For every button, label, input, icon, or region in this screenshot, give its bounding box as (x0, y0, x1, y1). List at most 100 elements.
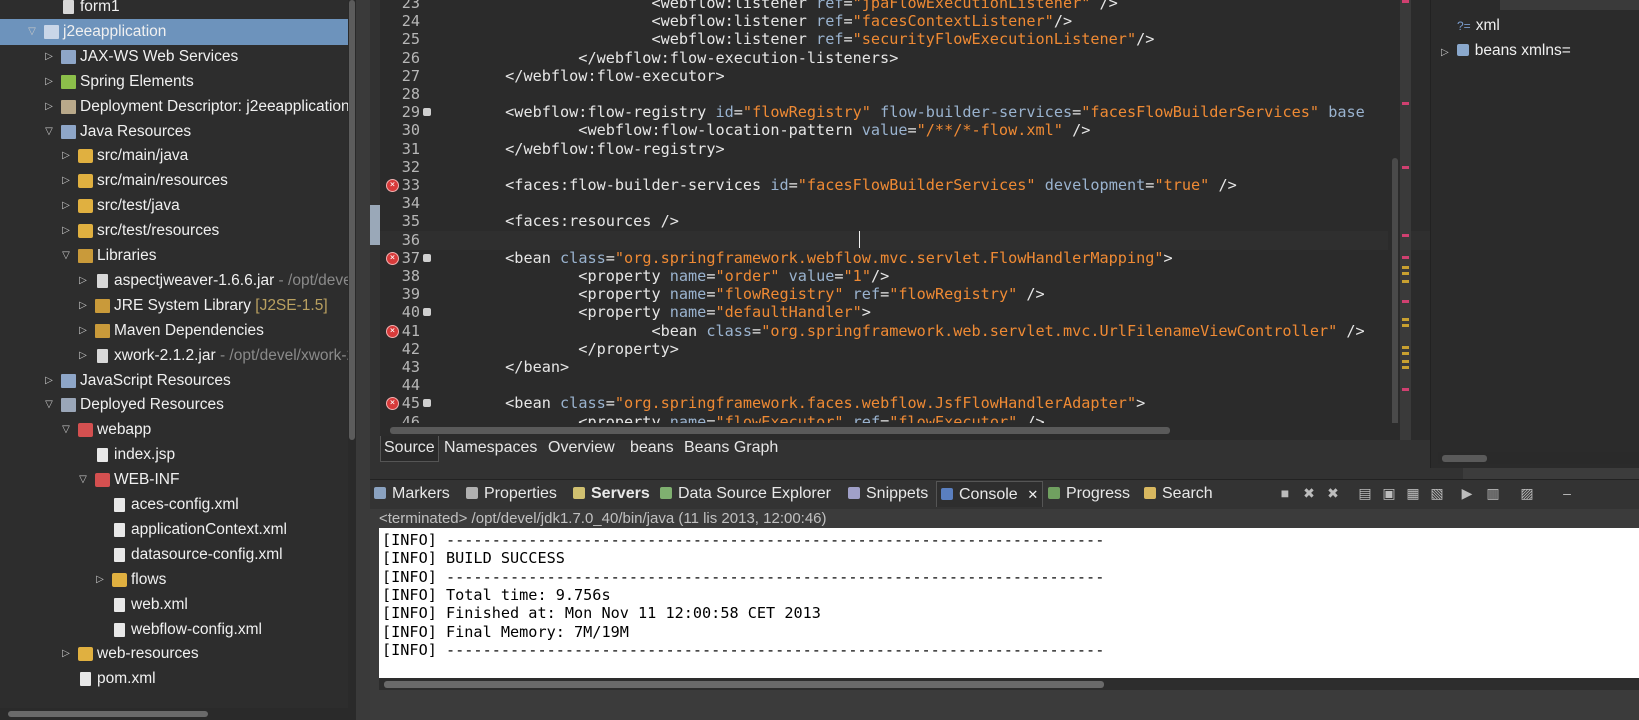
tab-data-source-explorer[interactable]: Data Source Explorer (660, 481, 831, 507)
tree-item[interactable]: ▷ src/main/java (0, 143, 348, 169)
error-icon[interactable]: × (386, 324, 399, 338)
console-horizontal-scroll-thumb[interactable] (384, 681, 1104, 688)
overview-marker[interactable] (1402, 234, 1409, 237)
overview-marker[interactable] (1402, 166, 1409, 169)
overview-marker[interactable] (1402, 300, 1409, 303)
overview-marker[interactable] (1402, 272, 1409, 275)
console-output[interactable]: [INFO] ---------------------------------… (379, 528, 1639, 678)
code-line[interactable]: 26 </webflow:flow-execution-listeners> (380, 49, 1435, 68)
expand-arrow-icon[interactable]: ▷ (59, 168, 73, 194)
tree-item[interactable]: datasource-config.xml (0, 542, 348, 568)
outline-item-xml[interactable]: ?= xml (1457, 15, 1500, 37)
code-line[interactable]: 39 <property name="flowRegistry" ref="fl… (380, 285, 1435, 304)
error-icon[interactable]: × (386, 251, 399, 265)
code-line[interactable]: 24 <webflow:listener ref="facesContextLi… (380, 12, 1435, 31)
overview-marker[interactable] (1402, 280, 1409, 283)
expand-arrow-icon[interactable]: ▷ (1441, 47, 1449, 58)
remove-all-icon[interactable]: ✖ (1324, 484, 1342, 502)
tab-progress[interactable]: Progress (1048, 481, 1130, 507)
close-icon[interactable]: ✕ (1024, 487, 1038, 502)
tab-properties[interactable]: Properties (466, 481, 557, 507)
expand-arrow-icon[interactable]: ▷ (42, 94, 56, 120)
expand-arrow-icon[interactable]: ▷ (59, 218, 73, 244)
code-line[interactable]: 37 × <bean class="org.springframework.web… (380, 249, 1435, 268)
tab-overview[interactable]: Overview (545, 436, 618, 462)
code-line[interactable]: 28 (380, 85, 1435, 104)
expand-arrow-icon[interactable]: ▷ (59, 641, 73, 667)
fold-toggle-icon[interactable] (423, 399, 431, 408)
code-line[interactable]: 40 <property name="defaultHandler"> (380, 303, 1435, 322)
editor-vertical-scroll-thumb[interactable] (1392, 158, 1398, 428)
expand-arrow-icon[interactable]: ▷ (76, 318, 90, 344)
tree-item[interactable]: ▷ src/test/java (0, 193, 348, 219)
panel-divider[interactable] (356, 0, 370, 720)
tree-item[interactable]: ▷ src/main/resources (0, 168, 348, 194)
fold-toggle-icon[interactable] (423, 308, 431, 317)
error-icon[interactable]: × (386, 179, 399, 192)
expand-arrow-icon[interactable]: ▷ (59, 143, 73, 169)
collapse-arrow-icon[interactable]: ▽ (25, 19, 39, 45)
expand-arrow-icon[interactable]: ▷ (42, 368, 56, 394)
overview-marker[interactable] (1402, 266, 1409, 269)
tree-item[interactable]: ▷ Maven Dependencies (0, 318, 348, 344)
tree-item[interactable]: ▷ JavaScript Resources (0, 368, 348, 394)
tree-item[interactable]: ▽ Java Resources (0, 119, 348, 145)
code-line[interactable]: 30 <webflow:flow-location-pattern value=… (380, 121, 1435, 140)
code-line[interactable]: 29 <webflow:flow-registry id="flowRegist… (380, 103, 1435, 122)
tree-item[interactable]: applicationContext.xml (0, 517, 348, 543)
code-line[interactable]: 42 </property> (380, 340, 1435, 359)
overview-ruler[interactable] (1400, 0, 1411, 440)
minimize-icon[interactable]: – (1558, 484, 1576, 502)
code-line[interactable]: 38 <property name="order" value="1"/> (380, 267, 1435, 286)
code-line[interactable]: 43 </bean> (380, 358, 1435, 377)
expand-arrow-icon[interactable]: ▷ (76, 293, 90, 319)
overview-marker[interactable] (1402, 102, 1409, 105)
show-on-output-icon[interactable]: ▧ (1428, 484, 1446, 502)
overview-marker[interactable] (1402, 0, 1409, 3)
outline-item-beans[interactable]: ▷ beans xmlns= (1441, 40, 1571, 62)
stop-icon[interactable]: ■ (1276, 484, 1294, 502)
clear-console-icon[interactable]: ▤ (1356, 484, 1374, 502)
code-line[interactable]: 44 (380, 376, 1435, 395)
tree-item[interactable]: ▷ Deployment Descriptor: j2eeapplication (0, 94, 350, 120)
expand-arrow-icon[interactable]: ▷ (42, 69, 56, 95)
overview-marker[interactable] (1402, 360, 1409, 363)
display-console-icon[interactable]: ▥ (1484, 484, 1502, 502)
tree-item[interactable]: ▷ Spring Elements (0, 69, 348, 95)
tree-item[interactable]: ▽ j2eeapplication (0, 18, 348, 45)
code-line[interactable]: 27 </webflow:flow-executor> (380, 67, 1435, 86)
tab-console[interactable]: Console ✕ (936, 481, 1044, 507)
overview-marker[interactable] (1402, 388, 1409, 391)
tab-markers[interactable]: Markers (374, 481, 450, 507)
overview-marker[interactable] (1402, 352, 1409, 355)
tree-item[interactable]: webflow-config.xml (0, 617, 348, 643)
tab-source[interactable]: Source (380, 436, 439, 462)
code-line[interactable]: 23 <webflow:listener ref="jpaFlowExecuti… (380, 0, 1435, 13)
tree-item[interactable]: ▷ flows (0, 567, 348, 593)
outline-horizontal-scroll-thumb[interactable] (1442, 455, 1487, 462)
tree-item[interactable]: ▽ Libraries (0, 243, 348, 269)
word-wrap-icon[interactable]: ▦ (1404, 484, 1422, 502)
code-line[interactable]: 35 <faces:resources /> (380, 212, 1435, 231)
tab-servers[interactable]: Servers (573, 481, 650, 507)
tree-item[interactable]: form1 (0, 0, 348, 20)
expand-arrow-icon[interactable]: ▷ (76, 343, 90, 369)
tree-item[interactable]: ▷ xwork-2.1.2.jar - /opt/devel/xwork-2. (0, 343, 355, 369)
collapse-arrow-icon[interactable]: ▽ (42, 392, 56, 418)
code-line[interactable]: 32 (380, 158, 1435, 177)
tab-namespaces[interactable]: Namespaces (441, 436, 540, 462)
explorer-vertical-scroll-thumb[interactable] (349, 0, 355, 440)
editor-horizontal-scroll-thumb[interactable] (390, 427, 1170, 434)
open-console-icon[interactable]: ▨ (1518, 484, 1536, 502)
tree-item[interactable]: pom.xml (0, 666, 348, 692)
tree-item[interactable]: ▷ src/test/resources (0, 218, 348, 244)
tab-snippets[interactable]: Snippets (848, 481, 928, 507)
code-line[interactable]: 31 </webflow:flow-registry> (380, 140, 1435, 159)
explorer-horizontal-scroll-thumb[interactable] (8, 711, 208, 717)
collapse-arrow-icon[interactable]: ▽ (42, 119, 56, 145)
tree-item[interactable]: ▷ JAX-WS Web Services (0, 44, 348, 70)
tree-item[interactable]: aces-config.xml (0, 492, 348, 518)
expand-arrow-icon[interactable]: ▷ (76, 268, 90, 294)
collapse-arrow-icon[interactable]: ▽ (76, 467, 90, 493)
tab-search[interactable]: Search (1144, 481, 1213, 507)
